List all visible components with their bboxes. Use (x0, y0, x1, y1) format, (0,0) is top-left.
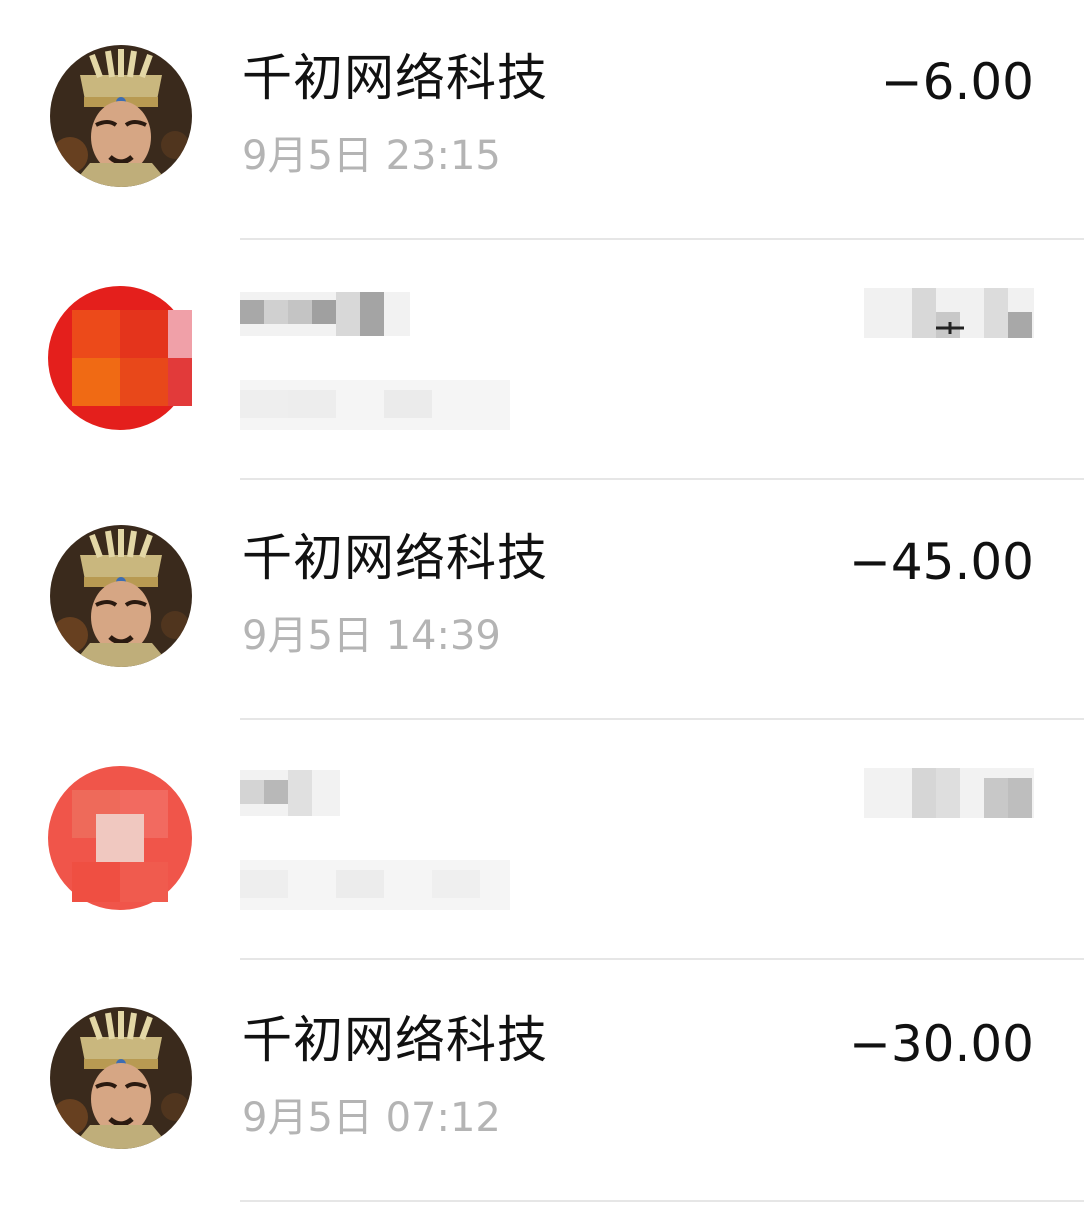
transaction-row-redacted[interactable] (0, 240, 1084, 480)
transaction-row-redacted[interactable] (0, 720, 1084, 960)
transaction-amount: −30.00 (848, 1015, 1034, 1073)
transaction-list: 千初网络科技 9月5日 23:15 −6.00 千初网络科技 9月5日 14:3… (0, 0, 1084, 1220)
transaction-row[interactable]: 千初网络科技 9月5日 07:12 −30.00 (0, 962, 1084, 1202)
redacted-time (240, 380, 510, 430)
merchant-name: 千初网络科技 (242, 529, 548, 587)
transaction-amount: −45.00 (848, 533, 1034, 591)
merchant-name: 千初网络科技 (242, 1011, 548, 1069)
transaction-time: 9月5日 23:15 (242, 133, 501, 179)
transaction-row[interactable]: 千初网络科技 9月5日 23:15 −6.00 (0, 0, 1084, 240)
redacted-amount (864, 768, 1034, 818)
game-character-avatar-icon (50, 1007, 192, 1149)
game-character-avatar-icon (50, 525, 192, 667)
transaction-time: 9月5日 07:12 (242, 1095, 501, 1141)
game-character-avatar-icon (50, 45, 192, 187)
redacted-title (240, 292, 410, 336)
redacted-red-avatar-icon (48, 286, 192, 430)
redacted-time (240, 860, 510, 910)
transaction-time: 9月5日 14:39 (242, 613, 501, 659)
redacted-red-avatar-icon (48, 766, 192, 910)
redacted-title (240, 770, 340, 816)
transaction-row[interactable]: 千初网络科技 9月5日 14:39 −45.00 (0, 480, 1084, 720)
transaction-amount: −6.00 (880, 53, 1034, 111)
divider (240, 1200, 1084, 1202)
merchant-name: 千初网络科技 (242, 49, 548, 107)
divider (240, 958, 1084, 960)
redacted-amount (864, 288, 1034, 338)
